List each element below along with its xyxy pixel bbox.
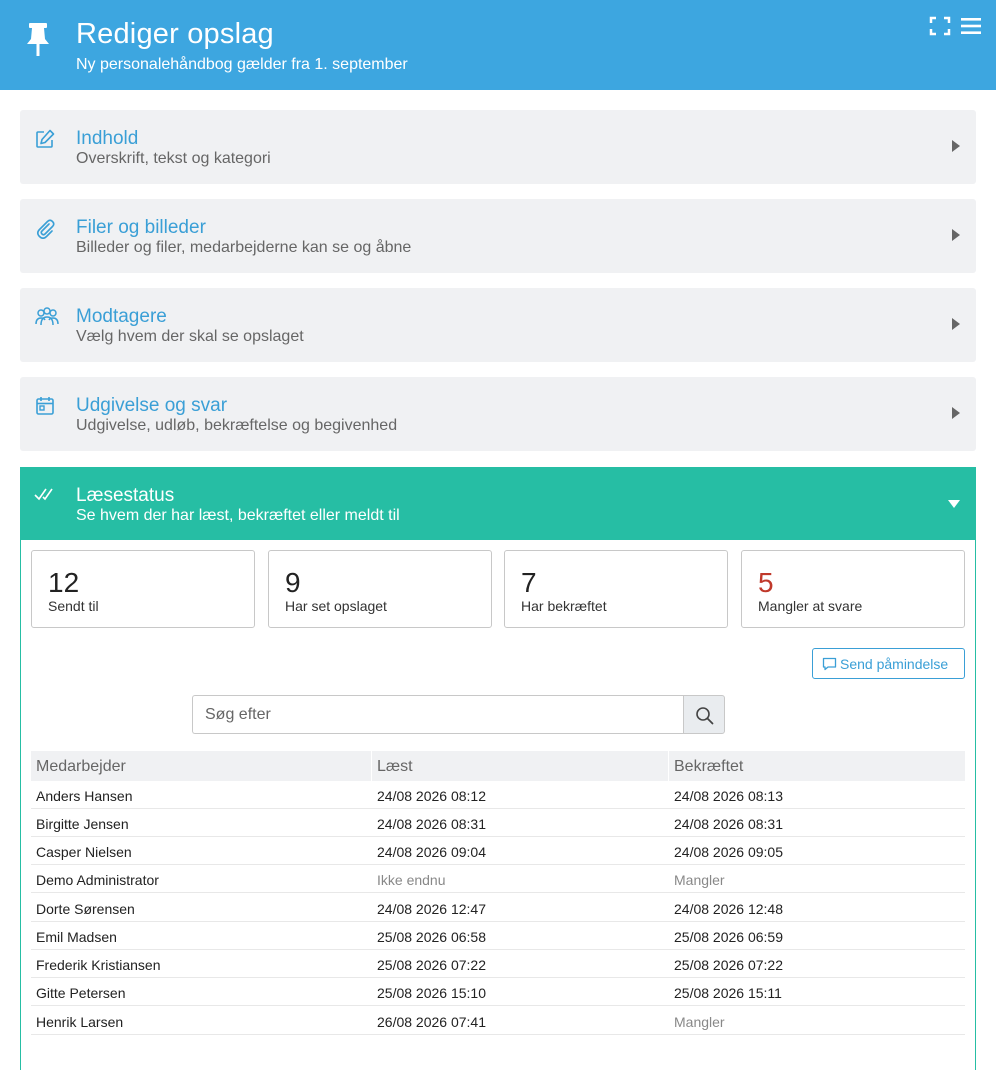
section-title: Udgivelse og svar [76, 395, 228, 416]
stat-value: 5 [758, 567, 774, 598]
column-header-read[interactable]: Læst [377, 758, 413, 776]
stat-label: Mangler at svare [758, 598, 863, 614]
stat-label: Har bekræftet [521, 598, 607, 614]
cell-employee: Emil Madsen [36, 929, 117, 945]
table-header: Medarbejder Læst Bekræftet [31, 751, 965, 781]
table-row[interactable]: Henrik Larsen 26/08 2026 07:41 Mangler [31, 1007, 965, 1035]
section-recipients[interactable]: Modtagere Vælg hvem der skal se opslaget [20, 288, 976, 362]
cell-employee: Birgitte Jensen [36, 816, 129, 832]
stat-missing: 5 Mangler at svare [741, 550, 965, 628]
cell-read: 25/08 2026 15:10 [377, 985, 486, 1001]
send-reminder-label: Send påmindelse [840, 656, 949, 672]
cell-read: 26/08 2026 07:41 [377, 1014, 486, 1030]
stat-label: Sendt til [48, 598, 99, 614]
section-title: Modtagere [76, 306, 167, 327]
table-row[interactable]: Demo Administrator Ikke endnu Mangler [31, 865, 965, 893]
section-subtitle: Udgivelse, udløb, bekræftelse og begiven… [76, 417, 398, 434]
search-group [192, 695, 725, 734]
table-row[interactable]: Anders Hansen 24/08 2026 08:12 24/08 202… [31, 781, 965, 809]
search-icon [696, 707, 714, 725]
column-header-employee[interactable]: Medarbejder [36, 758, 126, 776]
section-title: Læsestatus [76, 485, 175, 506]
stat-value: 9 [285, 567, 301, 598]
read-status-header[interactable]: Læsestatus Se hvem der har læst, bekræft… [20, 467, 976, 540]
cell-read: 25/08 2026 07:22 [377, 957, 486, 973]
fullscreen-icon[interactable] [929, 16, 951, 36]
cell-confirmed: 24/08 2026 08:31 [674, 816, 783, 832]
search-input[interactable] [192, 695, 684, 734]
paperclip-icon [36, 219, 55, 239]
section-subtitle: Se hvem der har læst, bekræftet eller me… [76, 507, 400, 524]
search-button[interactable] [683, 695, 725, 734]
menu-icon[interactable] [960, 16, 982, 36]
column-divider [371, 751, 372, 781]
cell-read: Ikke endnu [377, 872, 446, 888]
app-header: Rediger opslag Ny personalehåndbog gælde… [0, 0, 996, 90]
section-publishing[interactable]: Udgivelse og svar Udgivelse, udløb, bekr… [20, 377, 976, 451]
table-row[interactable]: Gitte Petersen 25/08 2026 15:10 25/08 20… [31, 978, 965, 1006]
double-check-icon [34, 488, 53, 501]
stat-label: Har set opslaget [285, 598, 387, 614]
stat-value: 7 [521, 567, 537, 598]
table-row[interactable]: Casper Nielsen 24/08 2026 09:04 24/08 20… [31, 837, 965, 865]
section-subtitle: Billeder og filer, medarbejderne kan se … [76, 239, 412, 256]
column-header-confirmed[interactable]: Bekræftet [674, 758, 743, 776]
table-row[interactable]: Frederik Kristiansen 25/08 2026 07:22 25… [31, 950, 965, 978]
cell-employee: Anders Hansen [36, 788, 133, 804]
cell-employee: Frederik Kristiansen [36, 957, 161, 973]
page-title: Rediger opslag [76, 18, 274, 50]
cell-read: 24/08 2026 08:12 [377, 788, 486, 804]
cell-employee: Dorte Sørensen [36, 901, 135, 917]
section-read-status: Læsestatus Se hvem der har læst, bekræft… [20, 467, 976, 1070]
section-files[interactable]: Filer og billeder Billeder og filer, med… [20, 199, 976, 273]
send-reminder-button[interactable]: Send påmindelse [812, 648, 965, 679]
stat-sent: 12 Sendt til [31, 550, 255, 628]
cell-confirmed: 24/08 2026 09:05 [674, 844, 783, 860]
cell-employee: Casper Nielsen [36, 844, 132, 860]
section-title: Indhold [76, 128, 139, 149]
stat-seen: 9 Har set opslaget [268, 550, 492, 628]
pin-icon [27, 23, 49, 56]
users-icon [35, 307, 59, 326]
section-subtitle: Vælg hvem der skal se opslaget [76, 328, 304, 345]
chevron-right-icon [952, 318, 960, 330]
chevron-right-icon [952, 407, 960, 419]
cell-confirmed: Mangler [674, 1014, 725, 1030]
cell-employee: Gitte Petersen [36, 985, 126, 1001]
section-content[interactable]: Indhold Overskrift, tekst og kategori [20, 110, 976, 184]
cell-read: 24/08 2026 12:47 [377, 901, 486, 917]
stat-confirmed: 7 Har bekræftet [504, 550, 728, 628]
cell-confirmed: 25/08 2026 07:22 [674, 957, 783, 973]
cell-confirmed: 24/08 2026 12:48 [674, 901, 783, 917]
section-subtitle: Overskrift, tekst og kategori [76, 150, 271, 167]
cell-confirmed: 25/08 2026 06:59 [674, 929, 783, 945]
stat-value: 12 [48, 567, 80, 598]
section-title: Filer og billeder [76, 217, 206, 238]
table-row[interactable]: Birgitte Jensen 24/08 2026 08:31 24/08 2… [31, 809, 965, 837]
calendar-icon [36, 397, 54, 415]
chevron-right-icon [952, 229, 960, 241]
cell-read: 24/08 2026 09:04 [377, 844, 486, 860]
chevron-down-icon [948, 500, 960, 508]
edit-icon [36, 129, 55, 148]
table-body: Anders Hansen 24/08 2026 08:12 24/08 202… [31, 781, 965, 1046]
cell-read: 25/08 2026 06:58 [377, 929, 486, 945]
column-divider [668, 751, 669, 781]
cell-confirmed: 25/08 2026 15:11 [674, 985, 782, 1001]
cell-confirmed: Mangler [674, 872, 725, 888]
table-row[interactable]: Emil Madsen 25/08 2026 06:58 25/08 2026 … [31, 922, 965, 950]
cell-confirmed: 24/08 2026 08:13 [674, 788, 783, 804]
cell-read: 24/08 2026 08:31 [377, 816, 486, 832]
chevron-right-icon [952, 140, 960, 152]
cell-employee: Henrik Larsen [36, 1014, 124, 1030]
page-subtitle: Ny personalehåndbog gælder fra 1. septem… [76, 56, 408, 73]
cell-employee: Demo Administrator [36, 872, 159, 888]
comment-icon [822, 657, 837, 671]
table-row[interactable]: Dorte Sørensen 24/08 2026 12:47 24/08 20… [31, 894, 965, 922]
